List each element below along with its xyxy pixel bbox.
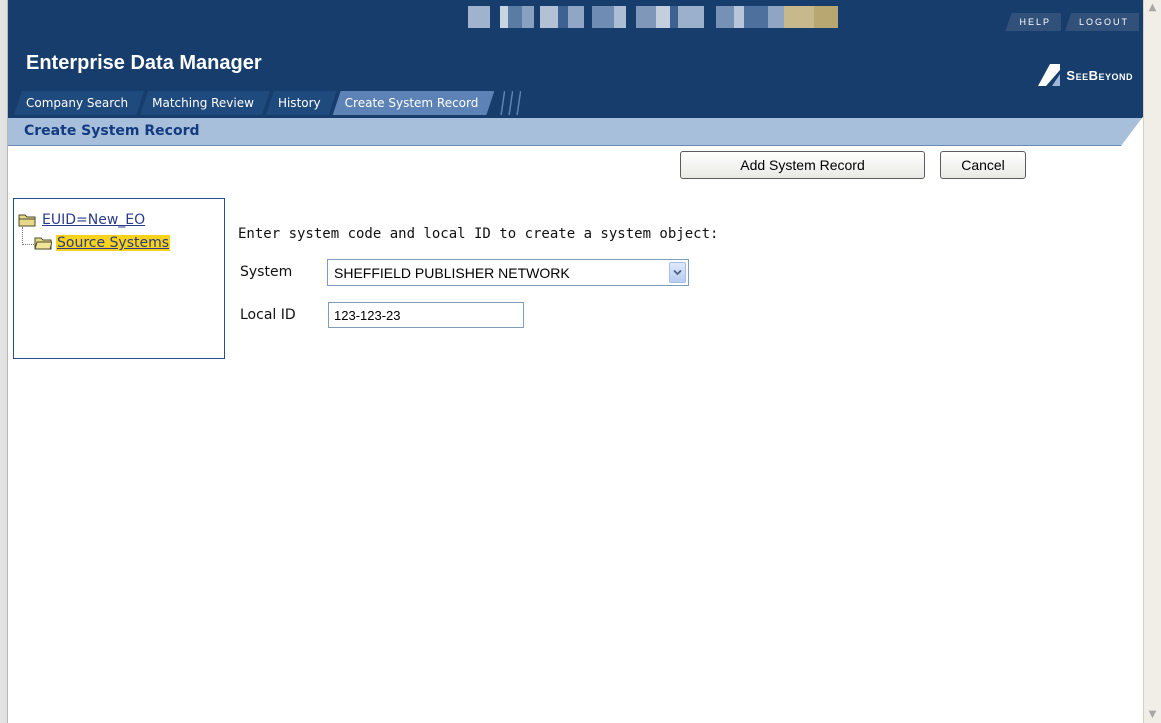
tree-node-source-systems-label[interactable]: Source Systems <box>56 235 171 251</box>
tab-history[interactable]: History <box>266 91 337 115</box>
logout-link[interactable]: LOGOUT <box>1064 13 1139 31</box>
system-dropdown-button[interactable] <box>669 262 686 283</box>
cancel-button[interactable]: Cancel <box>940 151 1026 179</box>
header-decoration <box>468 6 838 28</box>
page-title-bar: Create System Record <box>8 114 1145 146</box>
seebeyond-logo: SeeBeyond <box>1038 64 1133 86</box>
tab-create-system-record[interactable]: Create System Record <box>333 91 495 115</box>
form-instructions: Enter system code and local ID to create… <box>238 226 719 242</box>
top-links: HELP LOGOUT <box>1005 13 1139 31</box>
local-id-input[interactable] <box>328 302 524 328</box>
system-select[interactable]: SHEFFIELD PUBLISHER NETWORK <box>327 259 689 286</box>
app-header: HELP LOGOUT Enterprise Data Manager SeeB… <box>8 0 1143 118</box>
system-select-value: SHEFFIELD PUBLISHER NETWORK <box>334 264 570 281</box>
system-label: System <box>240 264 293 280</box>
scroll-up-arrow-icon[interactable]: ▲ <box>1146 1 1159 15</box>
tab-bar: Company Search Matching Review History C… <box>14 91 522 115</box>
vertical-scrollbar[interactable]: ▲ ▼ <box>1143 0 1161 723</box>
logo-text: SeeBeyond <box>1066 67 1133 83</box>
title-bar-curve <box>1121 114 1145 146</box>
tree-node-source-systems[interactable]: Source Systems <box>22 227 171 251</box>
tree-connector <box>22 227 34 245</box>
help-link[interactable]: HELP <box>1005 13 1061 31</box>
chevron-down-icon <box>673 269 682 276</box>
local-id-label: Local ID <box>240 307 296 323</box>
app-title: Enterprise Data Manager <box>26 52 262 74</box>
window-left-edge <box>0 0 8 723</box>
page-title: Create System Record <box>24 123 200 139</box>
tree-node-euid[interactable]: EUID=New_EO <box>18 212 145 228</box>
folder-icon <box>18 214 36 227</box>
tab-matching-review[interactable]: Matching Review <box>140 91 270 115</box>
scroll-down-arrow-icon[interactable]: ▼ <box>1146 708 1159 722</box>
record-tree: EUID=New_EO Source Systems <box>13 198 225 359</box>
tab-company-search[interactable]: Company Search <box>14 91 144 115</box>
seebeyond-logo-icon <box>1038 64 1061 86</box>
tab-bar-decoration <box>500 91 522 115</box>
add-system-record-button[interactable]: Add System Record <box>680 151 925 179</box>
tree-node-euid-label[interactable]: EUID=New_EO <box>42 212 145 228</box>
folder-icon <box>34 237 52 250</box>
